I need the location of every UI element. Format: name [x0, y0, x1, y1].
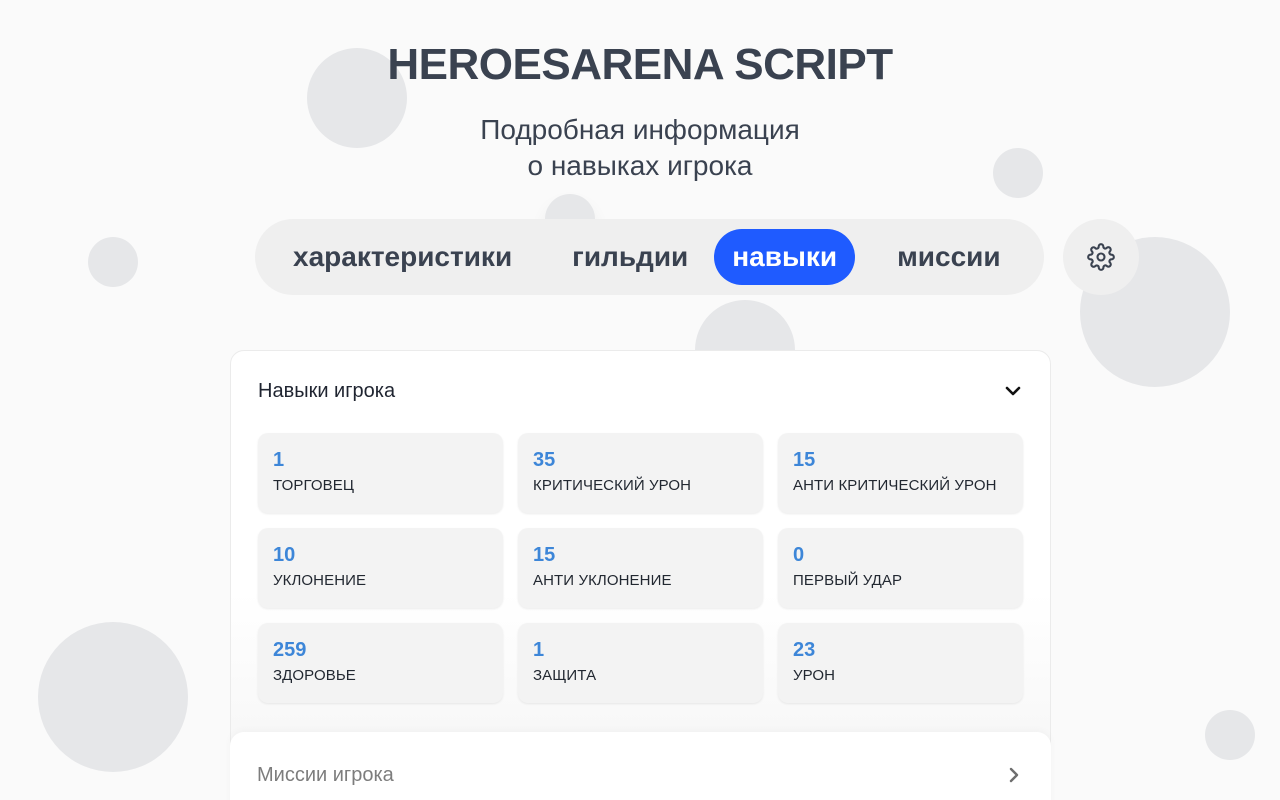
decor-bubble: [1205, 710, 1255, 760]
tab-skills[interactable]: навыки: [714, 229, 856, 285]
skills-grid: 1 ТОРГОВЕЦ 35 КРИТИЧЕСКИЙ УРОН 15 АНТИ К…: [258, 433, 1023, 703]
skill-card-health: 259 ЗДОРОВЬЕ: [258, 623, 503, 703]
subtitle-line-1: Подробная информация: [480, 114, 800, 145]
skill-card-anti-critical-damage: 15 АНТИ КРИТИЧЕСКИЙ УРОН: [778, 433, 1023, 513]
decor-bubble: [38, 622, 188, 772]
skill-label: АНТИ УКЛОНЕНИЕ: [533, 572, 672, 589]
skills-panel-title: Навыки игрока: [258, 379, 396, 402]
skill-value: 35: [533, 449, 556, 471]
decor-bubble: [88, 237, 138, 287]
skill-value: 15: [793, 449, 816, 471]
settings-button[interactable]: [1063, 219, 1139, 295]
skill-label: ЗАЩИТА: [533, 667, 597, 684]
gear-icon: [1087, 243, 1115, 271]
skill-label: ПЕРВЫЙ УДАР: [793, 572, 903, 589]
missions-panel-title: Миссии игрока: [257, 763, 394, 786]
chevron-down-icon[interactable]: [1003, 381, 1023, 401]
skill-value: 1: [533, 639, 545, 661]
skill-card-anti-evasion: 15 АНТИ УКЛОНЕНИЕ: [518, 528, 763, 608]
skills-panel-header[interactable]: Навыки игрока: [258, 378, 1023, 404]
skill-label: УРОН: [793, 667, 836, 684]
skill-card-first-strike: 0 ПЕРВЫЙ УДАР: [778, 528, 1023, 608]
skill-label: АНТИ КРИТИЧЕСКИЙ УРОН: [793, 477, 997, 494]
chevron-right-icon[interactable]: [1004, 765, 1024, 785]
tab-bar: характеристики гильдии навыки миссии: [255, 219, 1044, 295]
skill-label: КРИТИЧЕСКИЙ УРОН: [533, 477, 692, 494]
skill-value: 23: [793, 639, 816, 661]
skill-card-damage: 23 УРОН: [778, 623, 1023, 703]
skill-value: 10: [273, 544, 296, 566]
skill-value: 0: [793, 544, 805, 566]
skill-value: 259: [273, 639, 307, 661]
skill-label: ЗДОРОВЬЕ: [273, 667, 356, 684]
skill-card-evasion: 10 УКЛОНЕНИЕ: [258, 528, 503, 608]
skill-label: ТОРГОВЕЦ: [273, 477, 355, 494]
tab-missions[interactable]: миссии: [879, 229, 1019, 285]
skill-card-defense: 1 ЗАЩИТА: [518, 623, 763, 703]
tab-characteristics[interactable]: характеристики: [275, 229, 530, 285]
skill-value: 1: [273, 449, 285, 471]
missions-panel-header[interactable]: Миссии игрока: [257, 762, 1024, 788]
skill-card-critical-damage: 35 КРИТИЧЕСКИЙ УРОН: [518, 433, 763, 513]
subtitle-line-2: о навыках игрока: [527, 150, 753, 181]
skill-value: 15: [533, 544, 556, 566]
skill-card-trader: 1 ТОРГОВЕЦ: [258, 433, 503, 513]
missions-panel: Миссии игрока: [230, 732, 1051, 800]
skills-panel: Навыки игрока 1 ТОРГОВЕЦ 35 КРИТИЧЕСКИЙ …: [230, 350, 1051, 790]
page-title: HEROESARENA SCRIPT: [387, 40, 893, 89]
tab-guilds[interactable]: гильдии: [554, 229, 706, 285]
page-subtitle: Подробная информация о навыках игрока: [0, 112, 1280, 184]
skill-label: УКЛОНЕНИЕ: [273, 572, 367, 589]
